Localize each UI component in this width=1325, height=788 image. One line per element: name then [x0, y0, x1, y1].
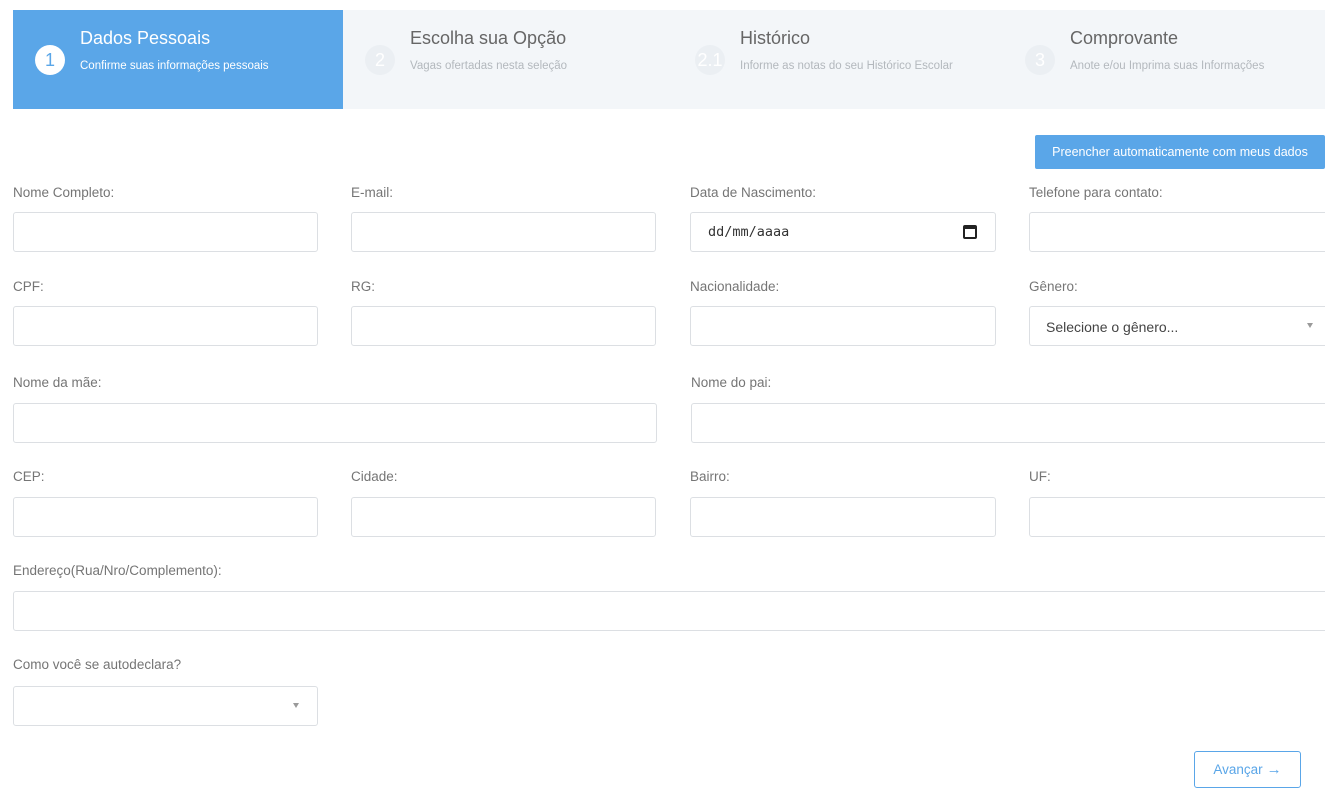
- step-subtitle: Confirme suas informações pessoais: [80, 60, 269, 72]
- step-subtitle: Informe as notas do seu Histórico Escola…: [740, 60, 953, 72]
- cep-field[interactable]: [13, 497, 318, 537]
- nacionalidade-input[interactable]: [691, 307, 995, 345]
- advance-button-label: Avançar: [1213, 762, 1263, 777]
- uf-field[interactable]: [1029, 497, 1325, 537]
- rg-field[interactable]: [351, 306, 656, 346]
- nome-completo-input[interactable]: [14, 213, 317, 251]
- email-input[interactable]: [352, 213, 655, 251]
- nacionalidade-label: Nacionalidade:: [690, 279, 780, 294]
- email-field[interactable]: [351, 212, 656, 252]
- cep-input[interactable]: [14, 498, 317, 536]
- advance-button[interactable]: Avançar →: [1194, 751, 1301, 788]
- chevron-down-icon: [1307, 323, 1313, 328]
- nome-mae-label: Nome da mãe:: [13, 375, 102, 390]
- cidade-label: Cidade:: [351, 469, 398, 484]
- chevron-down-icon: [293, 703, 299, 708]
- endereco-field[interactable]: [13, 591, 1325, 631]
- step-number-badge: 1: [35, 45, 65, 75]
- autodeclara-select[interactable]: [13, 686, 318, 726]
- cpf-label: CPF:: [13, 279, 44, 294]
- uf-input[interactable]: [1030, 498, 1325, 536]
- cep-label: CEP:: [13, 469, 45, 484]
- autodeclara-label: Como você se autodeclara?: [13, 657, 182, 672]
- nome-completo-field[interactable]: [13, 212, 318, 252]
- step-title: Comprovante: [1070, 28, 1179, 48]
- genero-label: Gênero:: [1029, 279, 1078, 294]
- nome-mae-field[interactable]: [13, 403, 657, 443]
- endereco-label: Endereço(Rua/Nro/Complemento):: [13, 563, 222, 578]
- arrow-right-icon: →: [1266, 761, 1282, 778]
- step-title: Histórico: [740, 28, 811, 48]
- rg-label: RG:: [351, 279, 376, 294]
- nome-pai-field[interactable]: [691, 403, 1325, 443]
- telefone-field[interactable]: [1029, 212, 1325, 252]
- rg-input[interactable]: [352, 307, 655, 345]
- data-nascimento-label: Data de Nascimento:: [690, 185, 817, 200]
- bairro-label: Bairro:: [690, 469, 730, 484]
- cidade-field[interactable]: [351, 497, 656, 537]
- progress-stepper: 1 Dados Pessoais Confirme suas informaçõ…: [13, 10, 1325, 109]
- calendar-icon[interactable]: [963, 225, 977, 239]
- nome-pai-input[interactable]: [692, 404, 1325, 442]
- step-subtitle: Vagas ofertadas nesta seleção: [410, 60, 568, 72]
- step-historico[interactable]: 2.1 Histórico Informe as notas do seu Hi…: [673, 10, 1003, 109]
- cpf-field[interactable]: [13, 306, 318, 346]
- date-placeholder: dd/mm/aaaa: [708, 224, 790, 240]
- autofill-button[interactable]: Preencher automaticamente com meus dados: [1035, 135, 1325, 169]
- cpf-input[interactable]: [14, 307, 317, 345]
- step-title: Escolha sua Opção: [410, 28, 567, 48]
- telefone-label: Telefone para contato:: [1029, 185, 1163, 200]
- data-nascimento-field[interactable]: dd/mm/aaaa: [690, 212, 996, 252]
- bairro-field[interactable]: [690, 497, 996, 537]
- email-label: E-mail:: [351, 185, 394, 200]
- step-dados-pessoais[interactable]: 1 Dados Pessoais Confirme suas informaçõ…: [13, 10, 343, 109]
- nome-mae-input[interactable]: [14, 404, 656, 442]
- nome-completo-label: Nome Completo:: [13, 185, 115, 200]
- step-title: Dados Pessoais: [80, 28, 211, 48]
- endereco-input[interactable]: [14, 592, 1325, 630]
- nome-pai-label: Nome do pai:: [691, 375, 772, 390]
- uf-label: UF:: [1029, 469, 1051, 484]
- step-number-badge: 3: [1025, 45, 1055, 75]
- step-comprovante[interactable]: 3 Comprovante Anote e/ou Imprima suas In…: [1003, 10, 1325, 109]
- telefone-input[interactable]: [1030, 213, 1325, 251]
- step-subtitle: Anote e/ou Imprima suas Informações: [1070, 60, 1265, 72]
- step-escolha-opcao[interactable]: 2 Escolha sua Opção Vagas ofertadas nest…: [343, 10, 673, 109]
- enrollment-form-page: 1 Dados Pessoais Confirme suas informaçõ…: [0, 0, 1325, 788]
- nacionalidade-field[interactable]: [690, 306, 996, 346]
- step-number-badge: 2.1: [695, 45, 725, 75]
- genero-select[interactable]: Selecione o gênero...: [1029, 306, 1325, 346]
- step-number-badge: 2: [365, 45, 395, 75]
- cidade-input[interactable]: [352, 498, 655, 536]
- bairro-input[interactable]: [691, 498, 995, 536]
- genero-selected-value: Selecione o gênero...: [1046, 319, 1179, 335]
